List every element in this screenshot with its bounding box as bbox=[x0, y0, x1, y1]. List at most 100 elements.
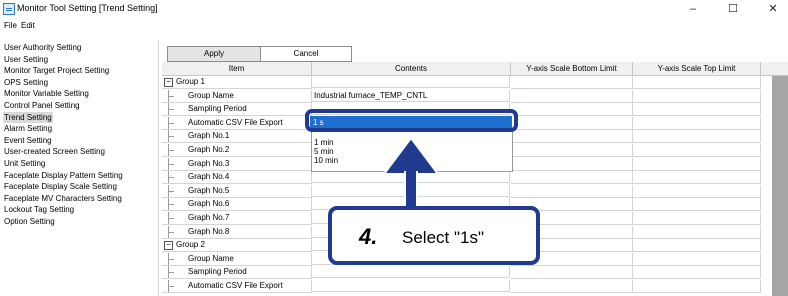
sidebar-item[interactable]: OPS Setting bbox=[3, 77, 49, 88]
y-bottom-cell[interactable] bbox=[511, 76, 633, 89]
sidebar-item[interactable]: Option Setting bbox=[3, 216, 56, 227]
collapse-icon[interactable]: − bbox=[164, 241, 173, 251]
tree-branch bbox=[168, 136, 174, 138]
y-top-cell[interactable] bbox=[633, 198, 761, 212]
item-label: Graph No.7 bbox=[188, 213, 230, 222]
item-label: Graph No.8 bbox=[188, 226, 230, 236]
y-bottom-cell[interactable] bbox=[511, 280, 633, 293]
step-callout: 4. Select "1s" bbox=[328, 206, 540, 265]
item-label: Graph No.2 bbox=[188, 145, 230, 154]
table-row[interactable]: Graph No.4 bbox=[162, 171, 788, 185]
item-label: Group Name bbox=[188, 253, 234, 263]
y-top-cell[interactable] bbox=[633, 266, 761, 280]
menu-file[interactable]: File bbox=[4, 21, 17, 30]
sidebar-item[interactable]: Lockout Tag Setting bbox=[3, 204, 75, 215]
y-top-cell[interactable] bbox=[633, 157, 761, 171]
tree-branch bbox=[168, 177, 174, 179]
header-y-bottom: Y-axis Scale Bottom Limit bbox=[511, 62, 633, 76]
y-top-cell[interactable] bbox=[633, 171, 761, 185]
item-cell: Sampling Period bbox=[162, 266, 312, 280]
y-top-cell[interactable] bbox=[633, 280, 761, 293]
sidebar-item[interactable]: User Setting bbox=[3, 54, 49, 65]
item-cell: Automatic CSV File Export bbox=[162, 280, 312, 293]
item-cell: Graph No.4 bbox=[162, 171, 312, 185]
y-top-cell[interactable] bbox=[633, 184, 761, 198]
y-bottom-cell[interactable] bbox=[511, 171, 633, 185]
y-bottom-cell[interactable] bbox=[511, 266, 633, 280]
header-y-top: Y-axis Scale Top Limit bbox=[633, 62, 761, 76]
contents-cell[interactable] bbox=[312, 280, 510, 292]
item-label: Sampling Period bbox=[188, 104, 247, 114]
tree-branch bbox=[168, 95, 174, 97]
dropdown-option-1min[interactable]: 1 min bbox=[314, 138, 334, 147]
sidebar-item[interactable]: User Authority Setting bbox=[3, 42, 82, 53]
y-top-cell[interactable] bbox=[633, 130, 761, 144]
item-cell: Graph No.8 bbox=[162, 225, 312, 239]
sidebar-item[interactable]: Faceplate Display Scale Setting bbox=[3, 181, 118, 192]
y-top-cell[interactable] bbox=[633, 89, 761, 103]
cancel-button[interactable]: Cancel bbox=[260, 46, 352, 62]
maximize-button[interactable]: ☐ bbox=[718, 1, 748, 17]
item-label: Graph No.5 bbox=[188, 185, 230, 195]
dropdown-option-5min[interactable]: 5 min bbox=[314, 147, 334, 156]
y-top-cell[interactable] bbox=[633, 144, 761, 157]
y-top-cell[interactable] bbox=[633, 116, 761, 130]
header-item: Item bbox=[162, 62, 312, 76]
y-top-cell[interactable] bbox=[633, 103, 761, 117]
apply-button[interactable]: Apply bbox=[167, 46, 261, 62]
sidebar-item[interactable]: Monitor Target Project Setting bbox=[3, 65, 110, 76]
item-cell: Group Name bbox=[162, 89, 312, 103]
item-label: Graph No.3 bbox=[188, 158, 230, 168]
item-label: Graph No.4 bbox=[188, 172, 230, 182]
tree-branch bbox=[168, 204, 174, 206]
y-bottom-cell[interactable] bbox=[511, 144, 633, 157]
sidebar-item[interactable]: Monitor Variable Setting bbox=[3, 88, 90, 99]
sidebar-item[interactable]: User-created Screen Setting bbox=[3, 146, 106, 157]
item-cell: Graph No.3 bbox=[162, 157, 312, 171]
step-number: 4. bbox=[359, 224, 378, 249]
sidebar-item[interactable]: Faceplate Display Pattern Setting bbox=[3, 170, 124, 181]
header-contents: Contents bbox=[312, 62, 511, 76]
highlight-frame bbox=[305, 109, 518, 132]
y-bottom-cell[interactable] bbox=[511, 116, 633, 130]
item-label: Group Name bbox=[188, 90, 234, 100]
y-top-cell[interactable] bbox=[633, 239, 761, 253]
table-row[interactable]: Sampling Period bbox=[162, 266, 788, 280]
y-top-cell[interactable] bbox=[633, 76, 761, 89]
sidebar-item[interactable]: Unit Setting bbox=[3, 158, 46, 169]
y-bottom-cell[interactable] bbox=[511, 184, 633, 198]
item-cell: Graph No.7 bbox=[162, 212, 312, 225]
group-row[interactable]: − Group 1 bbox=[162, 76, 788, 89]
close-button[interactable]: ✕ bbox=[758, 1, 788, 17]
table-row[interactable]: Automatic CSV File Export bbox=[162, 280, 788, 293]
minimize-button[interactable]: – bbox=[678, 1, 708, 17]
tree-branch bbox=[168, 122, 174, 124]
y-top-cell[interactable] bbox=[633, 252, 761, 266]
contents-cell[interactable] bbox=[312, 76, 510, 88]
tree-branch bbox=[168, 272, 174, 274]
sidebar-item[interactable]: Alarm Setting bbox=[3, 123, 53, 134]
y-bottom-cell[interactable] bbox=[511, 89, 633, 103]
contents-cell[interactable]: Industrial furnace_TEMP_CNTL bbox=[312, 89, 510, 102]
contents-cell[interactable] bbox=[312, 266, 510, 279]
tree-branch bbox=[168, 218, 174, 219]
sidebar-item[interactable]: Event Setting bbox=[3, 135, 53, 146]
dropdown-option-10min[interactable]: 10 min bbox=[314, 156, 338, 165]
sidebar-item[interactable]: Trend Setting bbox=[3, 111, 53, 123]
item-label: Group 2 bbox=[176, 240, 205, 250]
collapse-icon[interactable]: − bbox=[164, 78, 173, 87]
y-top-cell[interactable] bbox=[633, 225, 761, 239]
item-cell: Graph No.1 bbox=[162, 130, 312, 144]
item-label: Graph No.6 bbox=[188, 199, 230, 209]
sidebar-item[interactable]: Faceplate MV Characters Setting bbox=[3, 193, 123, 204]
table-row[interactable]: Graph No.5 bbox=[162, 184, 788, 198]
y-bottom-cell[interactable] bbox=[511, 103, 633, 117]
header-extra bbox=[761, 62, 788, 76]
item-cell: Graph No.2 bbox=[162, 144, 312, 157]
y-bottom-cell[interactable] bbox=[511, 157, 633, 171]
y-bottom-cell[interactable] bbox=[511, 130, 633, 144]
y-top-cell[interactable] bbox=[633, 212, 761, 225]
sidebar-item[interactable]: Control Panel Setting bbox=[3, 100, 81, 111]
table-row[interactable]: Group Name Industrial furnace_TEMP_CNTL bbox=[162, 89, 788, 103]
menu-edit[interactable]: Edit bbox=[21, 21, 35, 30]
